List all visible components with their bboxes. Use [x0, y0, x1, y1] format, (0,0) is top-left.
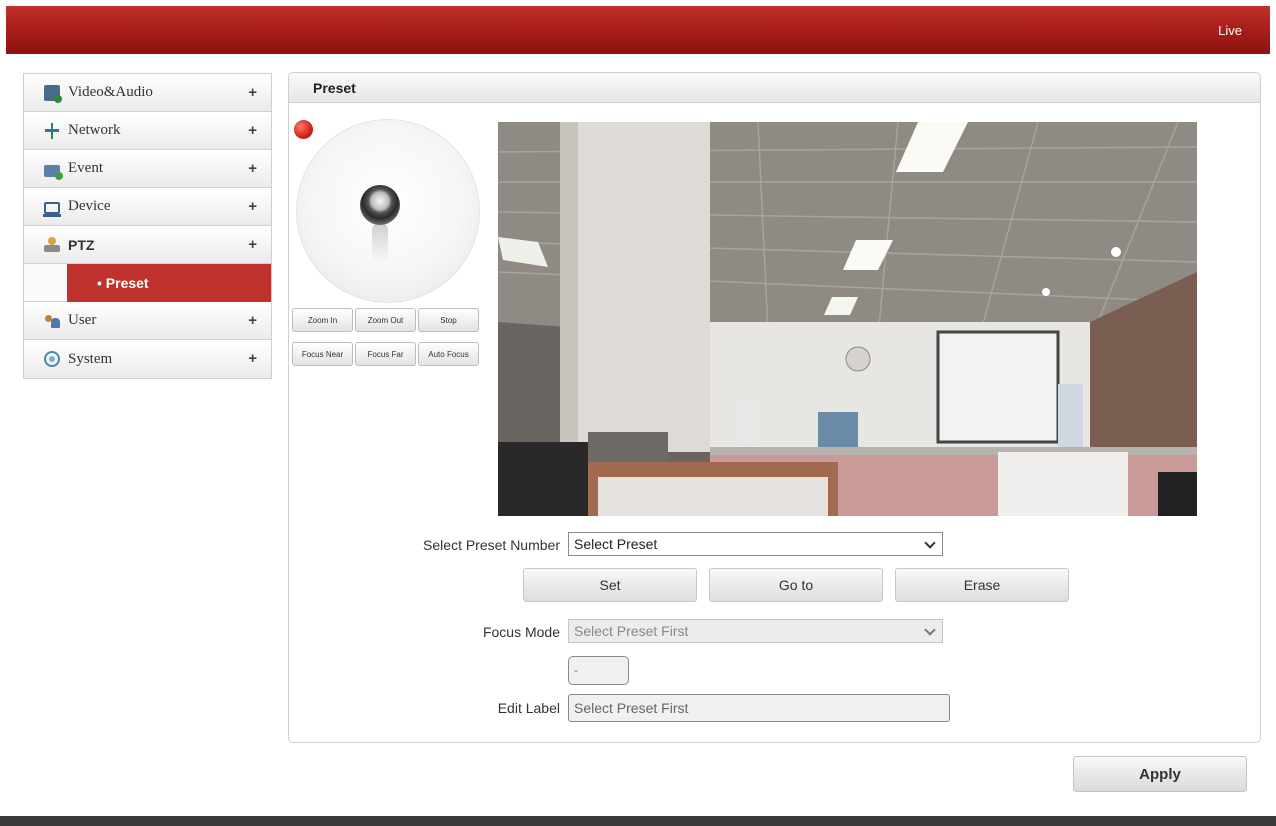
zoom-out-button[interactable]: Zoom Out	[355, 308, 416, 332]
expand-icon[interactable]: +	[248, 122, 257, 139]
expand-icon[interactable]: +	[248, 312, 257, 329]
joystick-handle[interactable]	[360, 185, 400, 225]
expand-icon[interactable]: +	[248, 198, 257, 215]
focus-mode-select[interactable]: Select Preset First	[568, 619, 943, 643]
sidebar-item-system[interactable]: System +	[24, 340, 271, 378]
preset-index-field[interactable]: -	[568, 656, 629, 685]
device-icon	[43, 201, 61, 217]
edit-label-label: Edit Label	[497, 700, 560, 716]
sidebar-item-ptz[interactable]: PTZ +	[24, 226, 271, 264]
focus-mode-value: Select Preset First	[574, 623, 689, 639]
stop-button[interactable]: Stop	[418, 308, 479, 332]
expand-icon[interactable]: +	[248, 160, 257, 177]
sidebar-item-network[interactable]: Network +	[24, 112, 271, 150]
sidebar-menu: Video&Audio + Network + Event + Device +…	[23, 73, 272, 379]
set-button[interactable]: Set	[523, 568, 697, 602]
sidebar-item-event[interactable]: Event +	[24, 150, 271, 188]
network-icon	[44, 122, 60, 139]
sidebar-item-label: System	[68, 350, 113, 367]
expand-icon[interactable]: +	[248, 236, 257, 253]
sidebar-item-device[interactable]: Device +	[24, 188, 271, 226]
top-bar: Live	[6, 6, 1270, 54]
focus-near-button[interactable]: Focus Near	[292, 342, 353, 366]
sidebar-item-label: PTZ	[68, 236, 95, 253]
sidebar-item-label: Event	[68, 160, 103, 176]
edit-label-input[interactable]: Select Preset First	[568, 694, 950, 722]
system-icon	[44, 351, 60, 367]
live-video-feed[interactable]	[498, 122, 1197, 516]
expand-icon[interactable]: +	[248, 350, 257, 367]
joystick-shadow	[372, 222, 388, 262]
preset-number-label: Select Preset Number	[423, 537, 560, 553]
focus-mode-label: Focus Mode	[482, 624, 560, 640]
expand-icon[interactable]: +	[248, 84, 257, 101]
bottom-bar	[0, 816, 1276, 826]
record-indicator-icon	[294, 120, 313, 139]
video-frame-image	[498, 122, 1197, 516]
ptz-icon	[44, 236, 60, 253]
panel-title: Preset	[289, 73, 1260, 103]
auto-focus-button[interactable]: Auto Focus	[418, 342, 479, 366]
live-link[interactable]: Live	[1218, 23, 1242, 38]
event-icon	[44, 164, 63, 180]
chevron-down-icon	[924, 537, 936, 549]
chevron-down-icon	[924, 624, 936, 636]
erase-button[interactable]: Erase	[895, 568, 1069, 602]
user-icon	[44, 313, 60, 329]
sidebar-item-video-audio[interactable]: Video&Audio +	[24, 74, 271, 112]
sidebar-subitem-preset[interactable]: • Preset	[67, 263, 271, 302]
sidebar-subitem-row: • Preset	[24, 263, 271, 302]
goto-button[interactable]: Go to	[709, 568, 883, 602]
preset-number-select[interactable]: Select Preset	[568, 532, 943, 556]
zoom-in-button[interactable]: Zoom In	[292, 308, 353, 332]
preset-number-value: Select Preset	[574, 536, 658, 552]
apply-button[interactable]: Apply	[1073, 756, 1247, 792]
sidebar-item-label: Device	[68, 198, 111, 214]
sidebar-item-label: Network	[68, 122, 121, 138]
video-audio-icon	[44, 84, 62, 103]
focus-far-button[interactable]: Focus Far	[355, 342, 416, 366]
sidebar-item-label: User	[68, 312, 97, 328]
sidebar-item-user[interactable]: User +	[24, 302, 271, 340]
sidebar-item-label: Video&Audio	[68, 84, 153, 100]
